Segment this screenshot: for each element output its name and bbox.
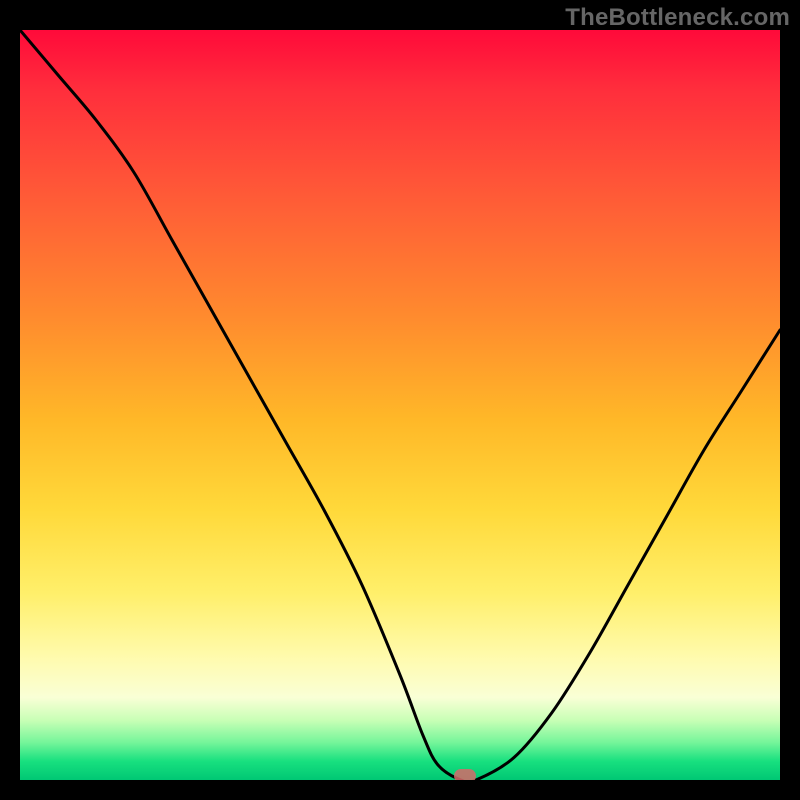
minimum-marker	[454, 769, 476, 780]
watermark-text: TheBottleneck.com	[565, 4, 790, 32]
curve-svg	[20, 30, 780, 780]
bottleneck-curve-path	[20, 30, 780, 780]
plot-area	[20, 30, 780, 780]
